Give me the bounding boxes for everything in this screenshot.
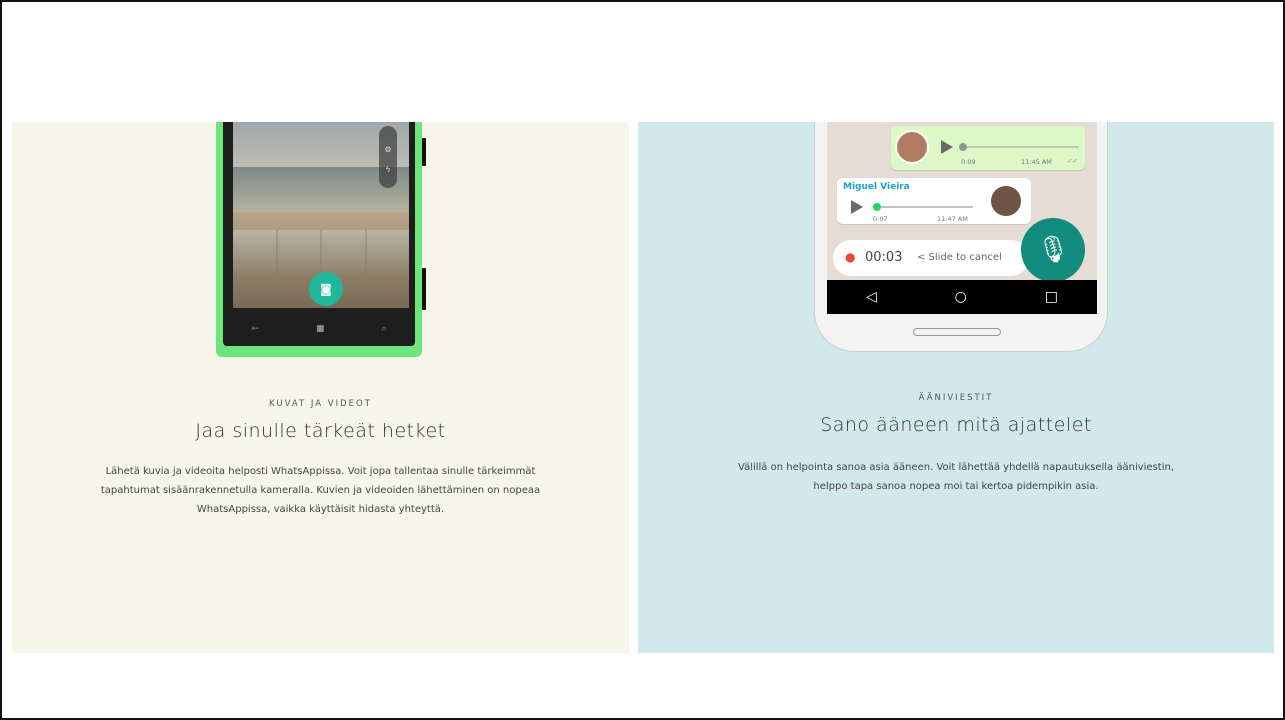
windows-phone-mockup: ⚙ ϟ ◙ ← ■ ⌕ bbox=[216, 122, 426, 357]
mic-button-icon: 🎙 bbox=[1021, 218, 1085, 282]
double-check-icon: ✓✓ bbox=[1067, 157, 1078, 165]
voice-duration: 0:07 bbox=[873, 215, 888, 223]
camera-shutter-icon: ◙ bbox=[309, 272, 343, 306]
recording-timer: 00:03 bbox=[865, 250, 903, 265]
play-icon bbox=[941, 140, 953, 154]
outgoing-voice-message: 0:09 11:45 AM ✓✓ bbox=[891, 126, 1085, 170]
progress-dot bbox=[873, 203, 881, 211]
side-button bbox=[422, 268, 426, 310]
voice-messages-section: 0:09 11:45 AM ✓✓ Miguel Vieira 0:07 11:4… bbox=[638, 122, 1274, 653]
home-icon: ○ bbox=[954, 289, 967, 305]
message-time: 11:45 AM bbox=[1021, 158, 1052, 166]
incoming-voice-message: Miguel Vieira 0:07 11:47 AM bbox=[837, 178, 1031, 224]
windows-nav-bar: ← ■ ⌕ bbox=[223, 312, 415, 346]
beach-photo: ⚙ ϟ ◙ bbox=[233, 122, 409, 308]
section-eyebrow: ÄÄNIVIESTIT bbox=[918, 393, 994, 403]
photos-videos-section: ⚙ ϟ ◙ ← ■ ⌕ KUVAT JA VIDEOT Jaa sinulle … bbox=[12, 122, 629, 653]
section-eyebrow: KUVAT JA VIDEOT bbox=[269, 399, 372, 409]
message-time: 11:47 AM bbox=[937, 215, 968, 223]
section-description: Lähetä kuvia ja videoita helposti WhatsA… bbox=[100, 466, 541, 515]
back-arrow-icon: ← bbox=[251, 324, 260, 334]
progress-dot bbox=[959, 143, 967, 151]
phone-speaker bbox=[913, 328, 1001, 336]
sender-name: Miguel Vieira bbox=[843, 182, 910, 192]
photo-thumbnails bbox=[233, 230, 409, 274]
camera-screen: ⚙ ϟ ◙ ← ■ ⌕ bbox=[223, 122, 415, 346]
section-heading: Sano ääneen mitä ajattelet bbox=[820, 414, 1092, 436]
side-button bbox=[422, 138, 426, 166]
back-icon: ◁ bbox=[865, 289, 877, 305]
recents-icon: □ bbox=[1044, 289, 1059, 305]
camera-filter-icon: ⚙ bbox=[384, 145, 392, 154]
chat-screen: 0:09 11:45 AM ✓✓ Miguel Vieira 0:07 11:4… bbox=[827, 122, 1097, 314]
play-icon bbox=[851, 200, 863, 214]
camera-controls: ⚙ ϟ bbox=[379, 126, 397, 188]
slide-to-cancel: < Slide to cancel bbox=[917, 252, 1002, 263]
avatar bbox=[895, 130, 929, 164]
flash-icon: ϟ bbox=[385, 165, 391, 174]
avatar bbox=[989, 184, 1023, 218]
section-description: Välillä on helpointa sanoa asia ääneen. … bbox=[738, 462, 1174, 492]
android-nav-bar: ◁ ○ □ bbox=[827, 280, 1097, 314]
android-phone-mockup: 0:09 11:45 AM ✓✓ Miguel Vieira 0:07 11:4… bbox=[814, 122, 1108, 352]
windows-logo-icon: ■ bbox=[315, 324, 325, 334]
search-icon: ⌕ bbox=[381, 324, 387, 334]
mic-icon: ● bbox=[845, 250, 856, 264]
recording-bar: ● 00:03 < Slide to cancel bbox=[833, 240, 1029, 276]
section-heading: Jaa sinulle tärkeät hetket bbox=[195, 420, 446, 442]
voice-duration: 0:09 bbox=[961, 158, 976, 166]
